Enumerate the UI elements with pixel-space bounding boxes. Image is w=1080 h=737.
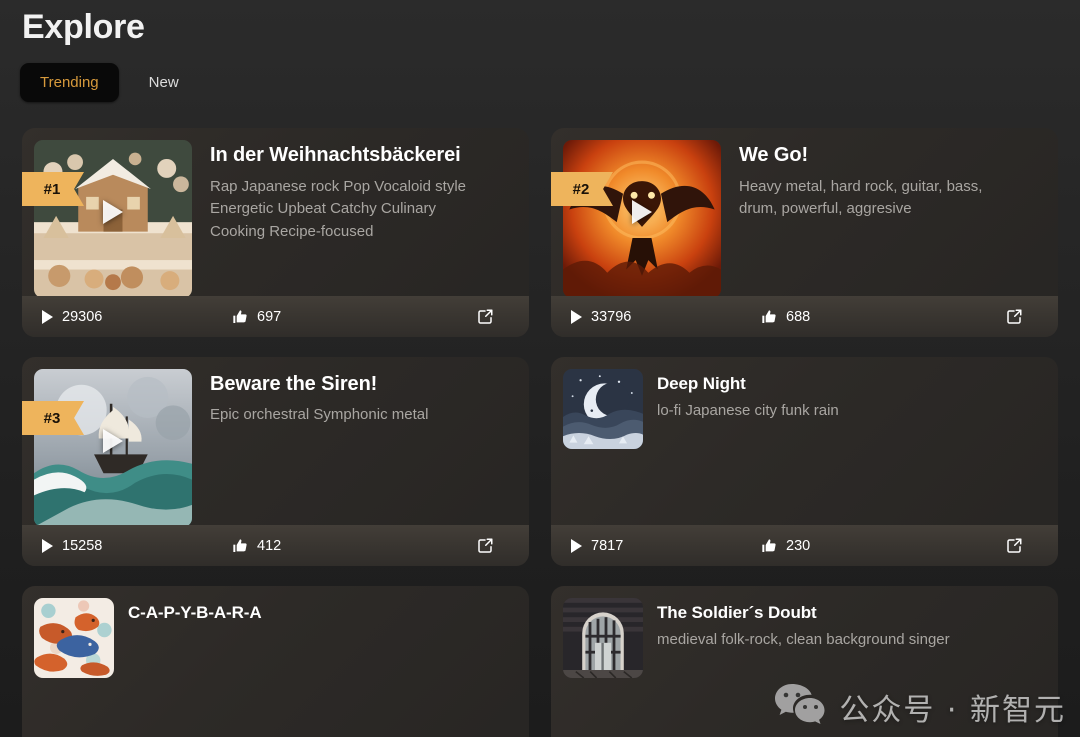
page-title: Explore — [22, 8, 145, 46]
thumbnail-wrapper[interactable]: #1 — [22, 140, 192, 298]
like-count: 688 — [786, 308, 811, 325]
play-count: 29306 — [62, 308, 103, 325]
card-action-bar: 7817 230 — [551, 525, 1058, 566]
tab-new[interactable]: New — [129, 63, 199, 102]
phoenix-fire-thumbnail[interactable] — [563, 140, 721, 298]
track-title: We Go! — [739, 144, 809, 166]
track-grid: #1 In der Weihnachtsbäckerei Rap Japanes… — [16, 128, 1064, 737]
track-title: In der Weihnachtsbäckerei — [210, 144, 461, 166]
thumbs-up-icon — [232, 538, 248, 554]
prison-gate-thumbnail[interactable] — [563, 598, 643, 678]
thumbs-up-icon — [761, 309, 777, 325]
track-meta: Beware the Siren! Epic orchestral Sympho… — [192, 369, 517, 513]
thumbnail-wrapper[interactable] — [563, 598, 643, 737]
track-tags: Epic orchestral Symphonic metal — [210, 405, 429, 423]
tab-bar: Trending New — [16, 63, 1064, 102]
like-button[interactable]: 230 — [759, 534, 939, 558]
like-count: 412 — [257, 537, 282, 554]
tab-trending[interactable]: Trending — [20, 63, 119, 102]
track-card[interactable]: C-A-P-Y-B-A-R-A 124465 2815 — [22, 586, 529, 737]
track-title: Beware the Siren! — [210, 373, 378, 395]
track-card[interactable]: Deep Night lo-fi Japanese city funk rain… — [551, 357, 1058, 566]
crescent-moon-night-thumbnail[interactable] — [563, 369, 643, 449]
like-button[interactable]: 697 — [230, 305, 410, 329]
track-tags: Heavy metal, hard rock, guitar, bass, dr… — [739, 177, 983, 218]
share-button[interactable] — [939, 304, 1058, 330]
track-title: Deep Night — [657, 374, 746, 393]
play-count-button[interactable]: 29306 — [40, 305, 230, 329]
share-icon — [1005, 308, 1023, 326]
play-count-button[interactable]: 33796 — [569, 305, 759, 329]
track-card[interactable]: #2 We Go! Heavy metal, hard rock, guitar… — [551, 128, 1058, 337]
share-button[interactable] — [410, 304, 529, 330]
track-tags: Rap Japanese rock Pop Vocaloid style Ene… — [210, 177, 466, 241]
card-action-bar: 33796 688 — [551, 296, 1058, 337]
like-count: 697 — [257, 308, 282, 325]
track-meta: The Soldier´s Doubt medieval folk-rock, … — [643, 598, 1046, 737]
thumbs-up-icon — [232, 309, 248, 325]
thumbnail-wrapper[interactable]: #2 — [551, 140, 721, 298]
like-button[interactable]: 688 — [759, 305, 939, 329]
track-title: C-A-P-Y-B-A-R-A — [128, 603, 262, 622]
play-count-button[interactable]: 15258 — [40, 534, 230, 558]
track-tags: medieval folk-rock, clean background sin… — [657, 631, 950, 649]
track-card[interactable]: #1 In der Weihnachtsbäckerei Rap Japanes… — [22, 128, 529, 337]
share-icon — [1005, 537, 1023, 555]
share-icon — [476, 537, 494, 555]
like-count: 230 — [786, 537, 811, 554]
track-meta: C-A-P-Y-B-A-R-A — [114, 598, 517, 737]
like-button[interactable]: 412 — [230, 534, 410, 558]
share-icon — [476, 308, 494, 326]
play-count: 15258 — [62, 537, 103, 554]
play-icon — [42, 309, 53, 324]
play-icon — [571, 309, 582, 324]
track-tags: lo-fi Japanese city funk rain — [657, 402, 839, 420]
play-count-button[interactable]: 7817 — [569, 534, 759, 558]
play-icon — [571, 538, 582, 553]
ship-storm-thumbnail[interactable] — [34, 369, 192, 527]
track-meta: Deep Night lo-fi Japanese city funk rain — [643, 369, 1046, 513]
explore-page: Explore Trending New #1 In der Weihnacht… — [0, 0, 1080, 737]
card-action-bar: 15258 412 — [22, 525, 529, 566]
capybara-pattern-thumbnail[interactable] — [34, 598, 114, 678]
share-button[interactable] — [939, 533, 1058, 559]
play-count: 33796 — [591, 308, 632, 325]
gingerbread-bakery-thumbnail[interactable] — [34, 140, 192, 298]
track-card[interactable]: #3 Beware the Siren! Epic orchestral Sym… — [22, 357, 529, 566]
play-count: 7817 — [591, 537, 624, 554]
card-action-bar: 29306 697 — [22, 296, 529, 337]
share-button[interactable] — [410, 533, 529, 559]
play-icon — [42, 538, 53, 553]
thumbnail-wrapper[interactable] — [34, 598, 114, 737]
thumbnail-wrapper[interactable] — [563, 369, 643, 513]
thumbs-up-icon — [761, 538, 777, 554]
track-title: The Soldier´s Doubt — [657, 603, 817, 622]
track-meta: In der Weihnachtsbäckerei Rap Japanese r… — [192, 140, 517, 284]
track-meta: We Go! Heavy metal, hard rock, guitar, b… — [721, 140, 1046, 284]
track-card[interactable]: The Soldier´s Doubt medieval folk-rock, … — [551, 586, 1058, 737]
thumbnail-wrapper[interactable]: #3 — [22, 369, 192, 527]
